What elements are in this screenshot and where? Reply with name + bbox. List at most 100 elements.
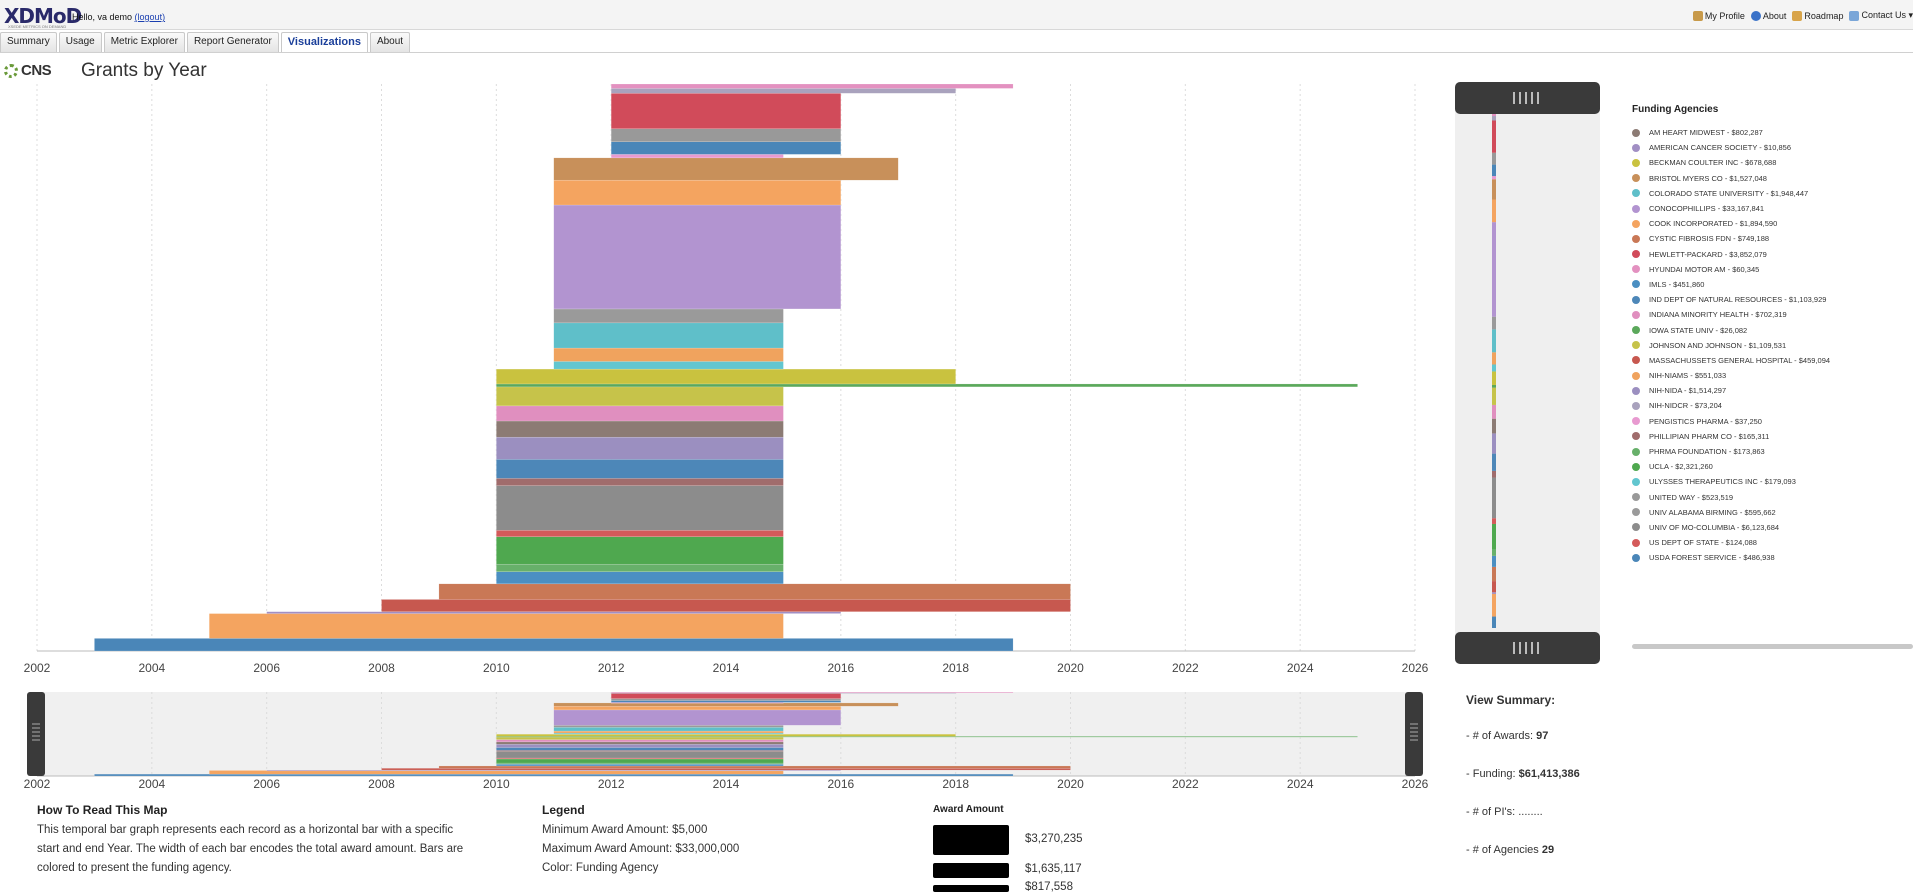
legend-item[interactable]: HEWLETT-PACKARD - $3,852,079 [1632,247,1830,262]
overview-handle [1405,692,1423,776]
navigator-bar [1492,433,1496,454]
x-tick-label: 2016 [827,777,854,791]
legend-item[interactable]: BRISTOL MYERS CO - $1,527,048 [1632,171,1830,186]
tab-summary[interactable]: Summary [0,32,57,52]
x-tick-label: 2004 [138,661,165,675]
legend-item[interactable]: PHILLIPIAN PHARM CO - $165,311 [1632,429,1830,444]
legend-swatch [1632,477,1640,486]
vertical-navigator[interactable] [1452,82,1602,664]
legend-item[interactable]: UNIV ALABAMA BIRMING - $595,662 [1632,505,1830,520]
navigator-bar [1492,329,1496,353]
legend-swatch [1632,386,1640,395]
tab-visualizations[interactable]: Visualizations [280,32,368,52]
legend-item[interactable]: NIH-NIAMS - $551,033 [1632,368,1830,383]
award-amount-bar-small [933,885,1009,892]
x-tick-label: 2024 [1287,777,1314,791]
legend-item[interactable]: CONOCOPHILLIPS - $33,167,841 [1632,201,1830,216]
navigator-bar [1492,404,1496,419]
legend-item[interactable]: USDA FOREST SERVICE - $486,938 [1632,550,1830,565]
overview-handle [27,692,45,776]
grant-bar [209,613,784,639]
legend-label: NIH-NIDA - $1,514,297 [1649,386,1727,396]
temporal-bar-chart[interactable]: 2002 2004 2006 2008 2010 2012 2014 2016 2018 2020… [0,80,1430,680]
legend-label: PHRMA FOUNDATION - $173,863 [1649,447,1765,457]
navigator-bar [1492,222,1496,317]
legend-label: COLORADO STATE UNIVERSITY - $1,948,447 [1649,188,1809,198]
legend-item[interactable]: NIH-NIDA - $1,514,297 [1632,383,1830,398]
legend-item[interactable]: INDIANA MINORITY HEALTH - $702,319 [1632,307,1830,322]
legend-label: CYSTIC FIBROSIS FDN - $749,188 [1649,234,1770,244]
legend-item[interactable]: UCLA - $2,321,260 [1632,459,1830,474]
legend-item[interactable]: AM HEART MIDWEST - $802,287 [1632,125,1830,140]
navigator-handle [1455,632,1600,664]
grant-bar [496,741,784,745]
grant-bar [496,758,784,764]
tab-about[interactable]: About [369,32,411,52]
legend-item[interactable]: BECKMAN COULTER INC - $678,688 [1632,155,1830,170]
x-tick-label: 2002 [24,661,51,675]
legend-label: PENGISTICS PHARMA - $37,250 [1649,416,1762,426]
tab-metric-explorer[interactable]: Metric Explorer [103,32,185,52]
grant-bar [610,83,1014,89]
legend-item[interactable]: IND DEPT OF NATURAL RESOURCES - $1,103,9… [1632,292,1830,307]
legend-item[interactable]: JOHNSON AND JOHNSON - $1,109,531 [1632,338,1830,353]
roadmap-link[interactable]: Roadmap [1792,10,1843,21]
legend-item[interactable]: CYSTIC FIBROSIS FDN - $749,188 [1632,231,1830,246]
x-tick-label: 2004 [138,777,165,791]
legend-item[interactable]: UNIV OF MO-COLUMBIA - $6,123,684 [1632,520,1830,535]
legend-item[interactable]: IOWA STATE UNIV - $26,082 [1632,322,1830,337]
legend-item[interactable]: COOK INCORPORATED - $1,894,590 [1632,216,1830,231]
legend-item[interactable]: HYUNDAI MOTOR AM - $60,345 [1632,262,1830,277]
grant-bar [610,93,842,129]
legend-item[interactable]: AMERICAN CANCER SOCIETY - $10,856 [1632,140,1830,155]
navigator-bar [1492,120,1496,153]
x-tick-label: 2016 [827,661,854,675]
legend-item[interactable]: US DEPT OF STATE - $124,088 [1632,535,1830,550]
x-tick-label: 2006 [253,661,280,675]
grant-bar [496,368,956,385]
legend-item[interactable]: PHRMA FOUNDATION - $173,863 [1632,444,1830,459]
award-amount-label: $3,270,235 [1025,833,1083,845]
how-to-read-title: How To Read This Map [37,803,168,817]
grant-bar [610,698,842,701]
logout-link[interactable]: (logout) [135,12,166,22]
legend-item[interactable]: MASSACHUSSETS GENERAL HOSPITAL - $459,09… [1632,353,1830,368]
navigator-bar [1492,199,1496,223]
x-tick-label: 2008 [368,661,395,675]
about-link[interactable]: About [1750,10,1786,21]
navigator-bar [1492,581,1496,593]
contact-us-menu[interactable]: Contact Us ▾ [1849,10,1913,21]
awards-count: - # of Awards: 97 [1466,730,1549,742]
legend-item[interactable]: UNITED WAY - $523,519 [1632,490,1830,505]
tab-usage[interactable]: Usage [58,32,102,52]
legend-item[interactable]: PENGISTICS PHARMA - $37,250 [1632,414,1830,429]
my-profile-link[interactable]: My Profile [1692,10,1745,21]
navigator-bar [1492,352,1496,365]
how-to-read-section: How To Read This Map This temporal bar g… [37,801,463,878]
legend-label: COOK INCORPORATED - $1,894,590 [1649,219,1778,229]
x-tick-label: 2024 [1287,661,1314,675]
navigator-bar [1492,316,1496,330]
how-to-read-line: start and end Year. The width of each ba… [37,843,464,855]
legend-horizontal-scrollbar[interactable] [1632,644,1913,649]
x-tick-label: 2010 [483,661,510,675]
legend-label: INDIANA MINORITY HEALTH - $702,319 [1649,310,1787,320]
legend-item[interactable]: NIH-NIDCR - $73,204 [1632,398,1830,413]
legend-item[interactable]: ULYSSES THERAPEUTICS INC - $179,093 [1632,474,1830,489]
legend-item[interactable]: IMLS - $451,860 [1632,277,1830,292]
tab-report-generator[interactable]: Report Generator [186,32,279,52]
legend-label: UNIV OF MO-COLUMBIA - $6,123,684 [1649,522,1780,532]
overview-brush[interactable]: 2002 2004 2006 2008 2010 2012 2014 2016 2018 2020… [0,688,1430,792]
grant-bar [438,583,1071,600]
grant-bar [553,730,784,734]
legend-swatch [1632,553,1640,562]
x-tick-label: 2020 [1057,777,1084,791]
x-tick-label: 2022 [1172,777,1199,791]
navigator-bar [1492,477,1496,519]
grant-bar [496,386,784,407]
navigator-handle [1455,82,1600,114]
legend-label: NIH-NIDCR - $73,204 [1649,401,1722,411]
grant-bar [496,405,784,422]
legend-item[interactable]: COLORADO STATE UNIVERSITY - $1,948,447 [1632,186,1830,201]
legend-swatch [1632,219,1640,228]
